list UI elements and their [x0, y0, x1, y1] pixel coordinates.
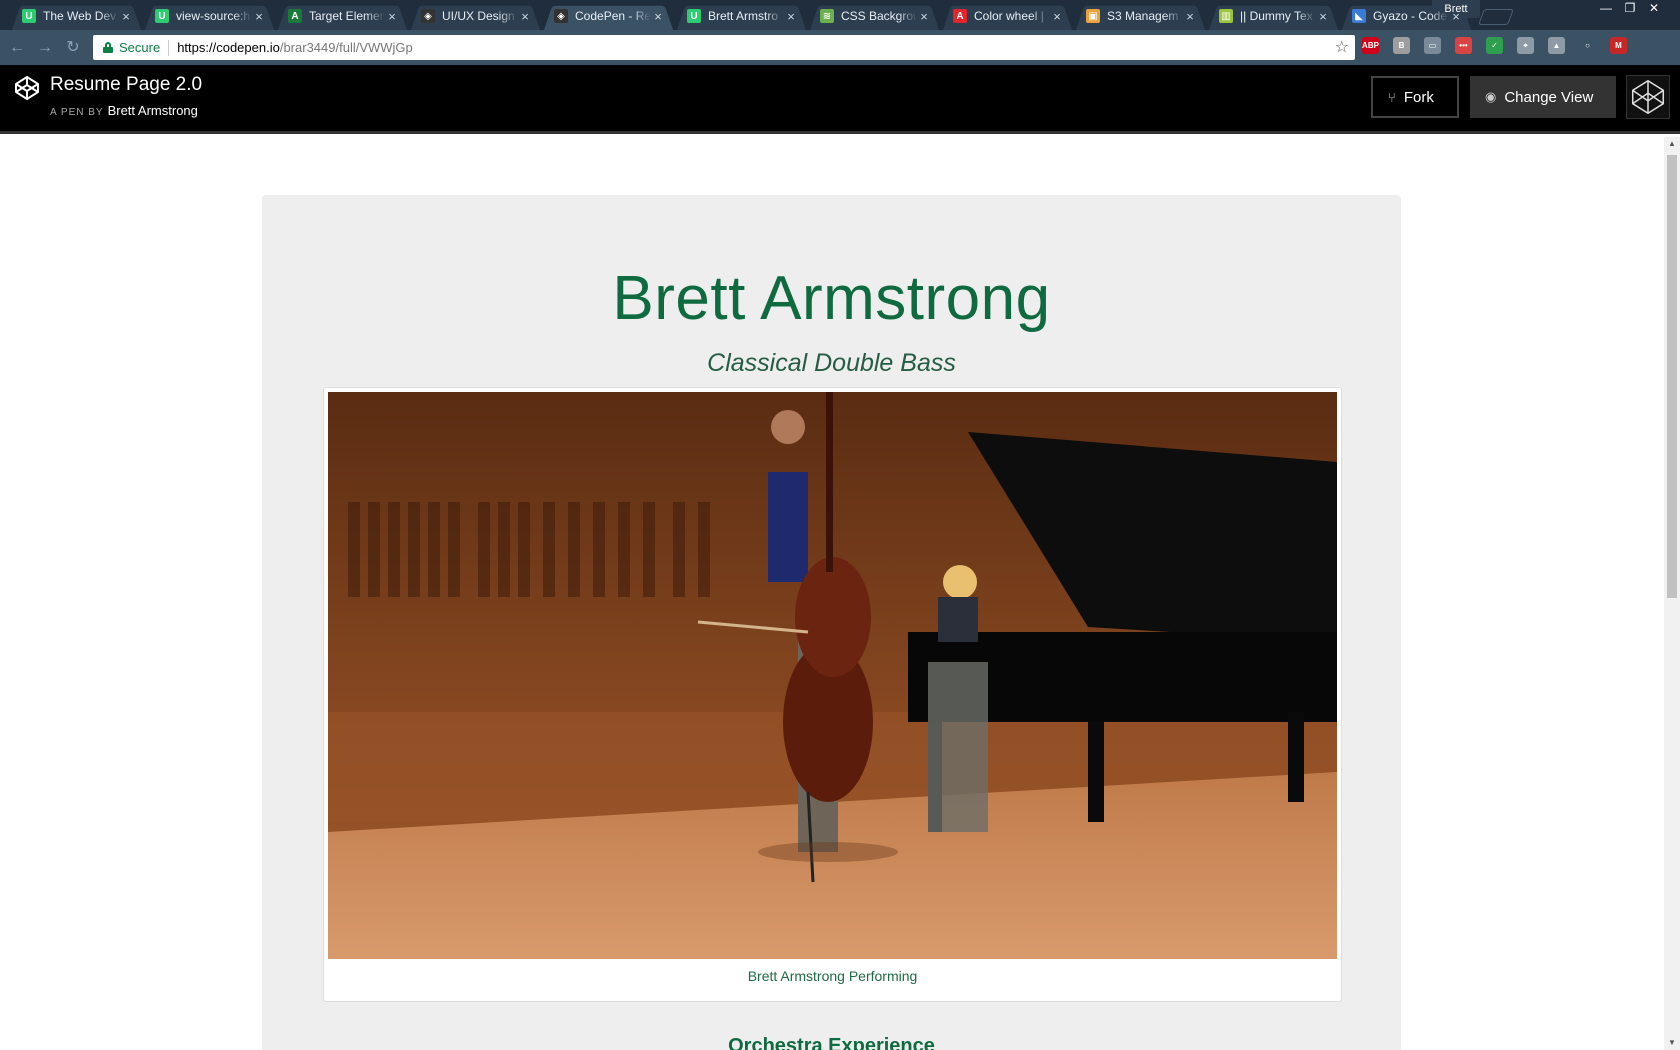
- tab-favicon-icon: ▣: [1086, 9, 1100, 23]
- url-path: /brar3449/full/VWWjGp: [279, 40, 413, 55]
- tab-close-icon[interactable]: ×: [1183, 9, 1197, 24]
- browser-tab[interactable]: A Target Elemen ×: [276, 2, 409, 30]
- fork-icon: ⑂: [1388, 89, 1396, 105]
- omnibox-divider: [168, 39, 170, 56]
- tab-favicon-icon: A: [953, 9, 967, 23]
- tab-title: S3 Managem: [1107, 9, 1179, 23]
- tab-close-icon[interactable]: ×: [1449, 9, 1463, 24]
- browser-toolbar: ← → ↻ Secure https://codepen.io/brar3449…: [0, 30, 1680, 65]
- tab-favicon-icon: U: [22, 9, 36, 23]
- address-bar[interactable]: Secure https://codepen.io/brar3449/full/…: [93, 35, 1355, 60]
- circle-extension-icon[interactable]: ○: [1579, 37, 1596, 54]
- fork-label: Fork: [1403, 88, 1434, 106]
- drive-extension-icon[interactable]: ▲: [1548, 37, 1565, 54]
- tab-title: CSS Backgrou: [841, 9, 917, 23]
- pen-title: Resume Page 2.0: [50, 74, 203, 95]
- codepen-header: Resume Page 2.0 A PEN BY Brett Armstrong …: [0, 65, 1680, 134]
- tab-favicon-icon: ▥: [1219, 9, 1233, 23]
- tab-favicon-icon: ≋: [820, 9, 834, 23]
- tab-close-icon[interactable]: ×: [385, 9, 399, 24]
- section-heading: Orchestra Experience: [728, 1035, 935, 1050]
- performance-photo: [328, 392, 1337, 959]
- url-host: https://codepen.io: [177, 40, 280, 55]
- back-icon[interactable]: ←: [6, 37, 28, 59]
- page-scrollbar[interactable]: ▲ ▼: [1664, 137, 1680, 1050]
- scrollbar-thumb[interactable]: [1667, 155, 1677, 598]
- resume-name: Brett Armstrong: [612, 264, 1051, 333]
- pen-by-label: A PEN BY: [50, 107, 104, 118]
- scroll-down-icon[interactable]: ▼: [1664, 1036, 1680, 1050]
- tab-favicon-icon: A: [288, 9, 302, 23]
- browser-tab[interactable]: ▣ S3 Managem ×: [1074, 2, 1207, 30]
- tab-list: U The Web Dev × Uview-source:h × A Target Elem…: [10, 2, 1514, 30]
- green-extension-icon[interactable]: ✓: [1486, 37, 1503, 54]
- browser-tab[interactable]: A Color wheel | ×: [941, 2, 1074, 30]
- pen-preview: Brett Armstrong Classical Double Bass Br…: [0, 137, 1664, 1050]
- restore-icon[interactable]: ❐: [1618, 0, 1642, 18]
- tab-favicon-icon: ◣: [1352, 9, 1366, 23]
- user-avatar[interactable]: [1626, 75, 1670, 119]
- pin-extension-icon[interactable]: ⌖: [1517, 37, 1534, 54]
- codepen-logo-icon[interactable]: [14, 75, 40, 101]
- security-label: Secure: [119, 40, 161, 55]
- browser-tab[interactable]: ◈ CodePen - Re ×: [542, 2, 675, 30]
- browser-tab[interactable]: Uview-source:h ×: [143, 2, 276, 30]
- reload-icon[interactable]: ↻: [62, 37, 84, 59]
- b-extension-icon[interactable]: B: [1393, 37, 1410, 54]
- tab-favicon-icon: U: [155, 9, 169, 23]
- tab-title: Gyazo - Code: [1373, 9, 1448, 23]
- tab-title: || Dummy Tex: [1240, 9, 1313, 23]
- tab-favicon-icon: U: [687, 9, 701, 23]
- tab-title: Brett Armstro: [708, 9, 779, 23]
- new-tab-button[interactable]: [1478, 9, 1514, 25]
- close-window-icon[interactable]: ✕: [1642, 0, 1666, 18]
- tab-title: UI/UX Design: [442, 9, 515, 23]
- extension-icons: ABP B ▭ ••• ✓ ⌖ ▲ ○ M: [1362, 37, 1641, 54]
- tab-title: view-source:h: [176, 9, 251, 23]
- lock-icon: [103, 42, 113, 53]
- tab-close-icon[interactable]: ×: [917, 9, 931, 24]
- window-controls: — ❐ ✕: [1594, 0, 1666, 18]
- change-view-label: Change View: [1504, 88, 1594, 106]
- tab-title: CodePen - Re: [575, 9, 651, 23]
- tab-close-icon[interactable]: ×: [1050, 9, 1064, 24]
- browser-tab[interactable]: U The Web Dev ×: [10, 2, 143, 30]
- tab-title: The Web Dev: [43, 9, 117, 23]
- browser-tab[interactable]: ◈ UI/UX Design ×: [409, 2, 542, 30]
- screen-extension-icon[interactable]: ▭: [1424, 37, 1441, 54]
- browser-tab[interactable]: U Brett Armstro ×: [675, 2, 808, 30]
- resume-card: Brett Armstrong Classical Double Bass Br…: [262, 195, 1401, 1050]
- pen-author-line: A PEN BY Brett Armstrong: [50, 103, 198, 118]
- browser-tab[interactable]: ≋ CSS Backgrou ×: [808, 2, 941, 30]
- todo-extension-icon[interactable]: •••: [1455, 37, 1472, 54]
- tab-close-icon[interactable]: ×: [119, 9, 133, 24]
- eye-icon: ◉: [1485, 89, 1497, 104]
- tab-close-icon[interactable]: ×: [252, 9, 266, 24]
- scroll-up-icon[interactable]: ▲: [1664, 137, 1680, 151]
- browser-tab[interactable]: ▥ || Dummy Tex ×: [1207, 2, 1340, 30]
- image-caption: Brett Armstrong Performing: [747, 968, 918, 984]
- m-extension-icon[interactable]: M: [1610, 37, 1627, 54]
- tab-title: Target Elemen: [309, 9, 385, 23]
- browser-tab-strip: U The Web Dev × Uview-source:h × A Target Elem…: [0, 0, 1680, 30]
- image-thumbnail: Brett Armstrong Performing: [323, 387, 1342, 1002]
- pen-author-link[interactable]: Brett Armstrong: [108, 103, 198, 118]
- tab-close-icon[interactable]: ×: [1316, 9, 1330, 24]
- resume-subtitle: Classical Double Bass: [707, 349, 956, 377]
- bookmark-star-icon[interactable]: ☆: [1335, 37, 1349, 57]
- tab-close-icon[interactable]: ×: [518, 9, 532, 24]
- fork-button[interactable]: ⑂ Fork: [1371, 76, 1459, 118]
- tab-close-icon[interactable]: ×: [651, 9, 665, 24]
- tab-close-icon[interactable]: ×: [784, 9, 798, 24]
- tab-title: Color wheel |: [974, 9, 1044, 23]
- adblock-icon[interactable]: ABP: [1362, 37, 1379, 54]
- forward-icon[interactable]: →: [34, 37, 56, 59]
- tab-favicon-icon: ◈: [554, 9, 568, 23]
- tab-favicon-icon: ◈: [421, 9, 435, 23]
- minimize-icon[interactable]: —: [1594, 0, 1618, 18]
- change-view-button[interactable]: ◉ Change View: [1470, 76, 1616, 118]
